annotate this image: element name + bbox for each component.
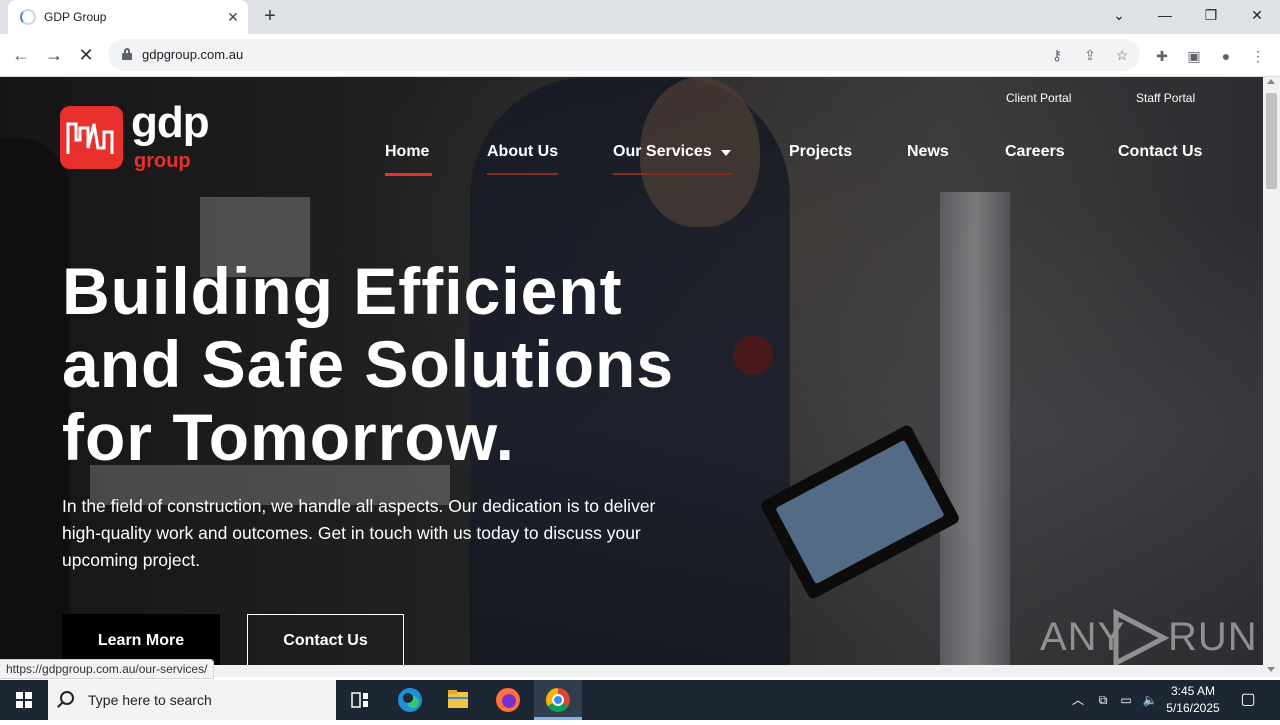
nav-our-services[interactable]: Our Services — [613, 143, 712, 161]
scroll-down-arrow-icon[interactable] — [1267, 667, 1275, 672]
firefox-icon[interactable] — [484, 680, 532, 720]
clock-time: 3:45 AM — [1170, 684, 1216, 698]
restore-button[interactable]: ❐ — [1188, 0, 1234, 30]
tray-device-icon[interactable]: ⧉ — [1094, 680, 1112, 720]
nav-hover-indicator — [487, 173, 558, 175]
tab-search-chevron-icon[interactable]: ⌄ — [1096, 0, 1142, 30]
nav-about-us[interactable]: About Us — [487, 143, 558, 161]
hero-section: gdp group Client Portal Staff Portal Hom… — [0, 77, 1263, 665]
search-icon — [60, 691, 74, 705]
nav-projects[interactable]: Projects — [789, 143, 852, 161]
tab-title: GDP Group — [44, 10, 107, 24]
close-window-button[interactable]: ✕ — [1234, 0, 1280, 30]
nav-active-indicator — [385, 173, 432, 176]
network-icon[interactable]: ▭ — [1117, 680, 1135, 720]
new-tab-button[interactable]: + — [258, 5, 282, 29]
key-icon[interactable]: ⚷ — [1048, 46, 1066, 64]
watermark-text-right: RUN — [1168, 615, 1258, 659]
anyrun-watermark: ANY RUN — [1040, 607, 1257, 665]
task-view-icon[interactable] — [336, 680, 384, 720]
logo-subtext: group — [134, 150, 191, 172]
hero-text-line: upcoming project. — [62, 550, 201, 570]
browser-tab[interactable]: GDP Group ✕ — [8, 0, 248, 34]
taskbar-search[interactable]: Type here to search — [48, 680, 336, 720]
hero-title-line: Building Efficient — [62, 254, 623, 328]
scroll-up-arrow-icon[interactable] — [1267, 79, 1275, 84]
nav-home[interactable]: Home — [385, 143, 429, 161]
browser-tab-strip: GDP Group ✕ + ⌄ — ❐ ✕ — [0, 0, 1280, 34]
hero-title: Building Efficient and Safe Solutions fo… — [62, 255, 782, 474]
vertical-scrollbar[interactable] — [1263, 77, 1280, 677]
hero-text-line: high-quality work and outcomes. Get in t… — [62, 523, 641, 543]
client-portal-link[interactable]: Client Portal — [1006, 91, 1071, 105]
taskbar-search-placeholder: Type here to search — [88, 692, 212, 708]
contact-us-button[interactable]: Contact Us — [247, 614, 404, 665]
browser-toolbar: ← → ✕ gdpgroup.com.au ⚷ ⇪ ☆ ✚ ▣ ● ⋮ — [0, 34, 1280, 77]
system-clock[interactable]: 3:45 AM 5/16/2025 — [1158, 683, 1228, 717]
side-panel-icon[interactable]: ▣ — [1184, 46, 1204, 66]
edge-browser-icon[interactable] — [386, 680, 434, 720]
nav-hover-indicator — [613, 173, 731, 175]
notifications-icon[interactable]: ▢ — [1234, 680, 1262, 720]
status-bar-url: https://gdpgroup.com.au/our-services/ — [0, 659, 215, 679]
extensions-puzzle-icon[interactable]: ✚ — [1152, 46, 1172, 66]
share-icon[interactable]: ⇪ — [1081, 46, 1099, 64]
lock-icon[interactable] — [122, 48, 132, 60]
file-explorer-icon[interactable] — [434, 680, 482, 720]
stop-loading-icon[interactable]: ✕ — [73, 42, 99, 68]
address-url[interactable]: gdpgroup.com.au — [142, 47, 243, 62]
staff-portal-link[interactable]: Staff Portal — [1136, 91, 1195, 105]
tray-overflow-chevron-icon[interactable]: ︿ — [1068, 680, 1088, 720]
minimize-button[interactable]: — — [1142, 0, 1188, 30]
learn-more-button[interactable]: Learn More — [62, 614, 220, 665]
hero-title-line: for Tomorrow. — [62, 400, 515, 474]
hero-title-line: and Safe Solutions — [62, 327, 675, 401]
nav-news[interactable]: News — [907, 143, 949, 161]
nav-contact-us[interactable]: Contact Us — [1118, 143, 1202, 161]
bookmark-star-icon[interactable]: ☆ — [1113, 46, 1131, 64]
nav-careers[interactable]: Careers — [1005, 143, 1065, 161]
hero-description: In the field of construction, we handle … — [62, 493, 782, 574]
logo-mark-icon — [60, 106, 123, 169]
scroll-thumb[interactable] — [1266, 93, 1277, 189]
start-button[interactable] — [0, 680, 48, 720]
profile-avatar-icon[interactable]: ● — [1216, 46, 1236, 66]
play-triangle-icon — [1113, 609, 1170, 665]
volume-icon[interactable]: 🔈 — [1140, 680, 1160, 720]
clock-date: 5/16/2025 — [1166, 701, 1220, 715]
windows-taskbar: Type here to search ︿ ⧉ ▭ 🔈 3:45 AM 5/16… — [0, 680, 1280, 720]
address-bar[interactable]: gdpgroup.com.au ⚷ ⇪ ☆ — [108, 39, 1140, 71]
chrome-icon[interactable] — [534, 680, 582, 720]
chevron-down-icon[interactable] — [721, 150, 731, 156]
back-arrow-icon[interactable]: ← — [8, 42, 34, 68]
menu-kebab-icon[interactable]: ⋮ — [1248, 46, 1268, 66]
windows-logo-icon — [16, 692, 32, 708]
close-tab-icon[interactable]: ✕ — [224, 8, 242, 26]
forward-arrow-icon[interactable]: → — [41, 42, 67, 68]
loading-spinner-icon — [20, 9, 36, 25]
logo-text: gdp — [131, 98, 210, 147]
hero-text-line: In the field of construction, we handle … — [62, 496, 656, 516]
